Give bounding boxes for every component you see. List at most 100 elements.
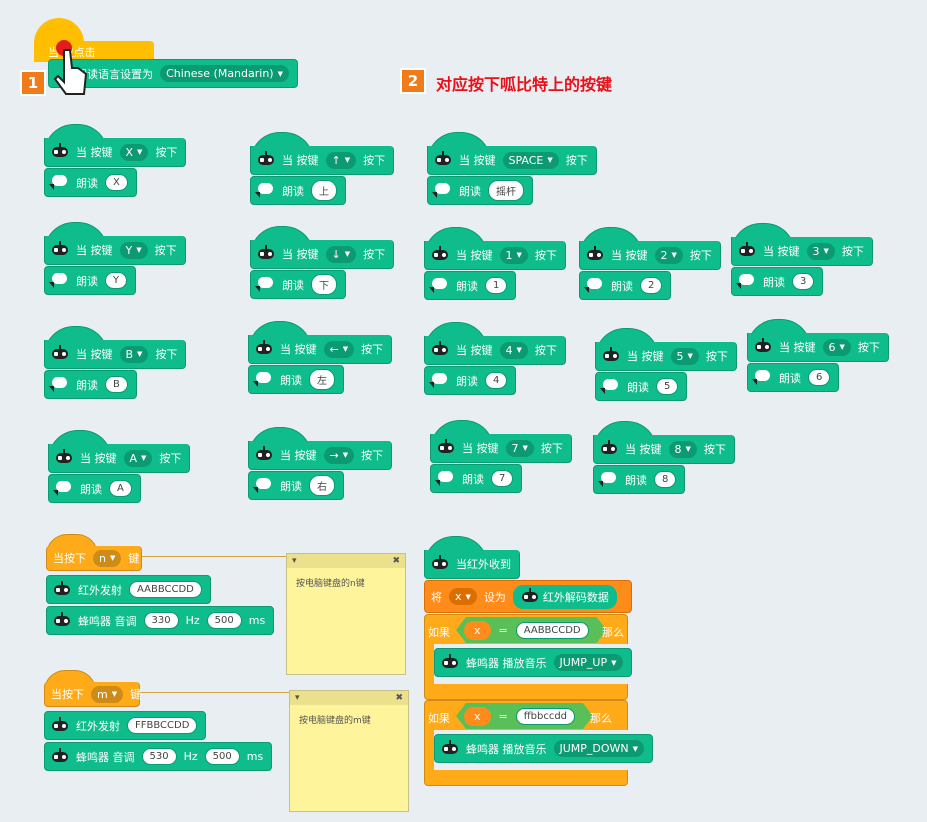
key-dropdown[interactable]: Y ▼ (119, 241, 148, 259)
speak-block[interactable]: 朗读 2 (579, 271, 672, 300)
speak-text-input[interactable]: Y (105, 272, 128, 289)
speak-block[interactable]: 朗读 8 (593, 465, 686, 494)
speak-label: 朗读 (763, 275, 785, 289)
speak-block[interactable]: 朗读 B (44, 370, 137, 399)
key-dropdown[interactable]: 7 ▼ (505, 439, 534, 457)
ir-send-block[interactable]: 红外发射 AABBCCDD (46, 575, 211, 604)
speak-text-input[interactable]: 2 (640, 277, 663, 294)
language-dropdown[interactable]: Chinese (Mandarin) ▼ (160, 65, 289, 82)
collapse-icon[interactable]: ▾ (295, 693, 300, 703)
step-2-badge: 2 (400, 68, 426, 94)
key-value: 6 (828, 340, 836, 354)
key-dropdown[interactable]: ↑ ▼ (325, 151, 357, 169)
speak-block[interactable]: 朗读 摇杆 (427, 176, 533, 205)
ir-decode-label: 红外解码数据 (542, 590, 609, 604)
speak-text-input[interactable]: 1 (485, 277, 508, 294)
set-variable-block[interactable]: 将 x ▼ 设为 红外解码数据 (424, 580, 632, 613)
speak-text-input[interactable]: 6 (808, 369, 831, 386)
var-reporter[interactable]: x (464, 707, 491, 726)
variable-dropdown[interactable]: x ▼ (449, 588, 477, 605)
ir-decode-reporter[interactable]: 红外解码数据 (512, 584, 617, 609)
speak-text-input[interactable]: X (105, 174, 128, 191)
press-key-dropdown[interactable]: m ▼ (91, 685, 124, 703)
var-reporter[interactable]: x (464, 621, 491, 640)
music-dropdown[interactable]: JUMP_DOWN ▼ (553, 740, 645, 757)
gamepad-icon (434, 151, 452, 169)
speak-block[interactable]: 朗读 7 (430, 464, 523, 493)
key-dropdown[interactable]: B ▼ (119, 345, 149, 363)
duration-input[interactable]: 500 (204, 748, 240, 765)
speak-text-input[interactable]: 3 (792, 273, 815, 290)
buzzer-tone-block[interactable]: 蜂鸣器 音调 330 Hz 500 ms (46, 606, 275, 635)
speak-text-input[interactable]: 右 (309, 475, 335, 496)
speak-block[interactable]: 朗读 4 (424, 366, 517, 395)
when-press-block[interactable]: 当按下 m ▼ 键 (44, 682, 141, 707)
speak-block[interactable]: 朗读 下 (250, 270, 346, 299)
speak-block[interactable]: 朗读 右 (248, 471, 344, 500)
speak-text-input[interactable]: 摇杆 (488, 180, 524, 201)
gamepad-icon (255, 340, 273, 358)
condition-reporter[interactable]: x = ffbbccdd (456, 703, 593, 729)
speak-block[interactable]: 朗读 Y (44, 266, 137, 295)
speak-block[interactable]: 朗读 1 (424, 271, 517, 300)
speak-text-input[interactable]: 左 (309, 369, 335, 390)
speak-label: 朗读 (456, 279, 478, 293)
speak-text-input[interactable]: A (109, 480, 132, 497)
speak-block[interactable]: 朗读 A (48, 474, 141, 503)
when-key-label: 当 按键 (627, 350, 664, 363)
note-connector (142, 556, 286, 557)
key-dropdown[interactable]: X ▼ (119, 143, 149, 161)
key-dropdown[interactable]: 1 ▼ (499, 246, 528, 264)
then-label: 那么 (602, 626, 624, 639)
play-music-block[interactable]: 蜂鸣器 播放音乐 JUMP_DOWN ▼ (434, 734, 654, 763)
speak-block[interactable]: 朗读 3 (731, 267, 824, 296)
key-dropdown[interactable]: SPACE ▼ (502, 151, 559, 169)
speak-block[interactable]: 朗读 X (44, 168, 137, 197)
speak-block[interactable]: 朗读 上 (250, 176, 346, 205)
close-icon[interactable]: ✖ (392, 556, 400, 566)
key-dropdown[interactable]: 2 ▼ (654, 246, 683, 264)
speak-block[interactable]: 朗读 6 (747, 363, 840, 392)
tone-input[interactable]: 330 (143, 612, 179, 629)
music-dropdown[interactable]: JUMP_UP ▼ (553, 654, 623, 671)
speak-text-input[interactable]: 4 (485, 372, 508, 389)
speak-block[interactable]: 朗读 左 (248, 365, 344, 394)
speak-text-input[interactable]: B (105, 376, 128, 393)
ir-code-input[interactable]: FFBBCCDD (127, 717, 198, 734)
comment-note[interactable]: ▾ ✖ 按电脑键盘的m键 (289, 690, 409, 812)
key-dropdown[interactable]: → ▼ (323, 446, 355, 464)
speak-text-input[interactable]: 下 (311, 274, 337, 295)
ir-send-block[interactable]: 红外发射 FFBBCCDD (44, 711, 207, 740)
tone-input[interactable]: 530 (141, 748, 177, 765)
when-press-block[interactable]: 当按下 n ▼ 键 (46, 546, 142, 571)
speech-icon (429, 372, 449, 390)
key-dropdown[interactable]: 8 ▼ (668, 440, 697, 458)
speech-icon (736, 273, 756, 291)
key-dropdown[interactable]: ← ▼ (323, 340, 355, 358)
compare-value-input[interactable]: AABBCCDD (516, 622, 589, 639)
press-key-dropdown[interactable]: n ▼ (93, 549, 122, 567)
when-key-label: 当 按键 (763, 245, 800, 258)
key-dropdown[interactable]: A ▼ (123, 449, 153, 467)
collapse-icon[interactable]: ▾ (292, 556, 297, 566)
speak-text-input[interactable]: 7 (491, 470, 514, 487)
key-dropdown[interactable]: 4 ▼ (499, 341, 528, 359)
gamepad-icon (441, 653, 459, 672)
key-dropdown[interactable]: 3 ▼ (806, 242, 835, 260)
key-dropdown[interactable]: 5 ▼ (670, 347, 699, 365)
duration-input[interactable]: 500 (206, 612, 242, 629)
comment-note[interactable]: ▾ ✖ 按电脑键盘的n键 (286, 553, 406, 675)
speak-text-input[interactable]: 5 (656, 378, 679, 395)
ir-code-input[interactable]: AABBCCDD (129, 581, 202, 598)
play-music-block[interactable]: 蜂鸣器 播放音乐 JUMP_UP ▼ (434, 648, 632, 677)
close-icon[interactable]: ✖ (395, 693, 403, 703)
speak-block[interactable]: 朗读 5 (595, 372, 688, 401)
compare-value-input[interactable]: ffbbccdd (516, 708, 575, 725)
speak-text-input[interactable]: 8 (654, 471, 677, 488)
condition-reporter[interactable]: x = AABBCCDD (456, 617, 607, 643)
key-dropdown[interactable]: ↓ ▼ (325, 245, 357, 263)
speak-text-input[interactable]: 上 (311, 180, 337, 201)
key-dropdown[interactable]: 6 ▼ (822, 338, 851, 356)
buzzer-tone-block[interactable]: 蜂鸣器 音调 530 Hz 500 ms (44, 742, 273, 771)
equals-label: = (498, 709, 508, 723)
